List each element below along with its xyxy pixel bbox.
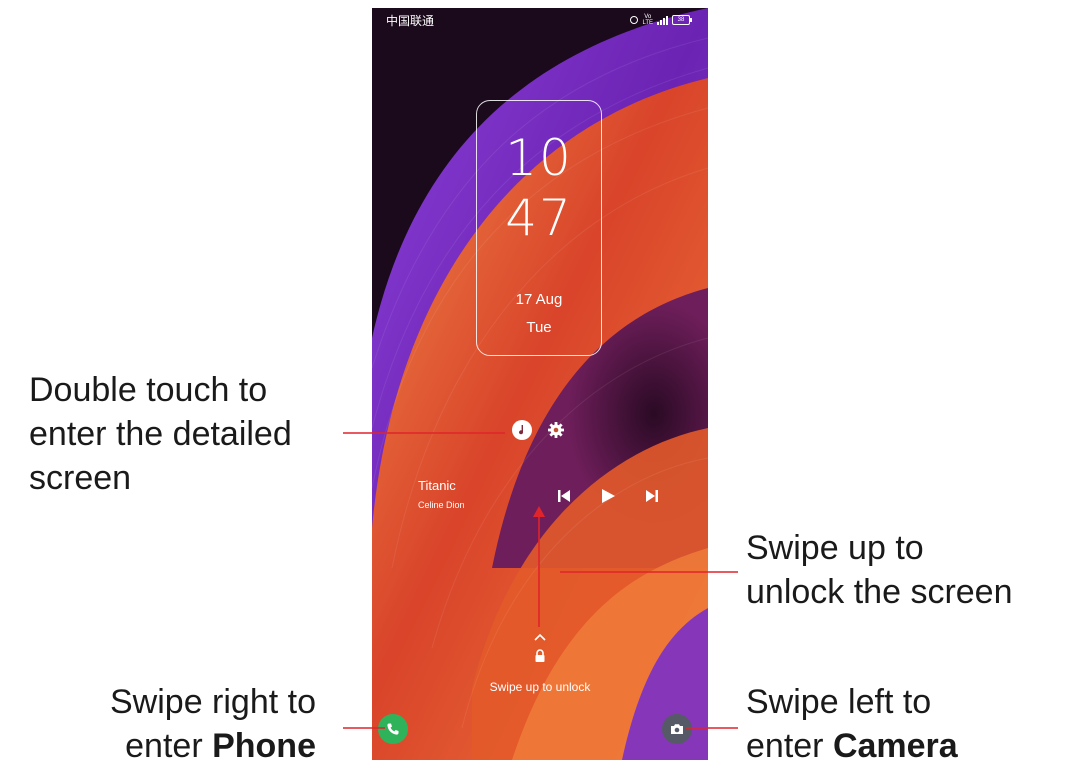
callout-prefix: enter: [746, 727, 833, 765]
callout-phone: Swipe right to enter Phone: [110, 680, 316, 768]
callout-app-name: Phone: [212, 727, 316, 765]
callout-line: unlock the screen: [746, 573, 1013, 611]
callout-line: enter Phone: [110, 724, 316, 768]
callout-line: Double touch to: [29, 371, 268, 409]
callout-app-name: Camera: [832, 727, 958, 765]
callout-line: screen: [29, 459, 132, 497]
callout-double-touch: Double touch to enter the detailed scree…: [29, 368, 292, 500]
callout-camera: Swipe left to enter Camera: [746, 680, 958, 768]
callout-line: enter the detailed: [29, 415, 292, 453]
callout-line: Swipe right to: [110, 683, 316, 721]
callout-line: Swipe up to: [746, 529, 924, 567]
callout-line: Swipe left to: [746, 683, 932, 721]
callout-swipe-up: Swipe up to unlock the screen: [746, 526, 1013, 614]
callout-prefix: enter: [125, 727, 213, 765]
callout-line: enter Camera: [746, 724, 958, 768]
